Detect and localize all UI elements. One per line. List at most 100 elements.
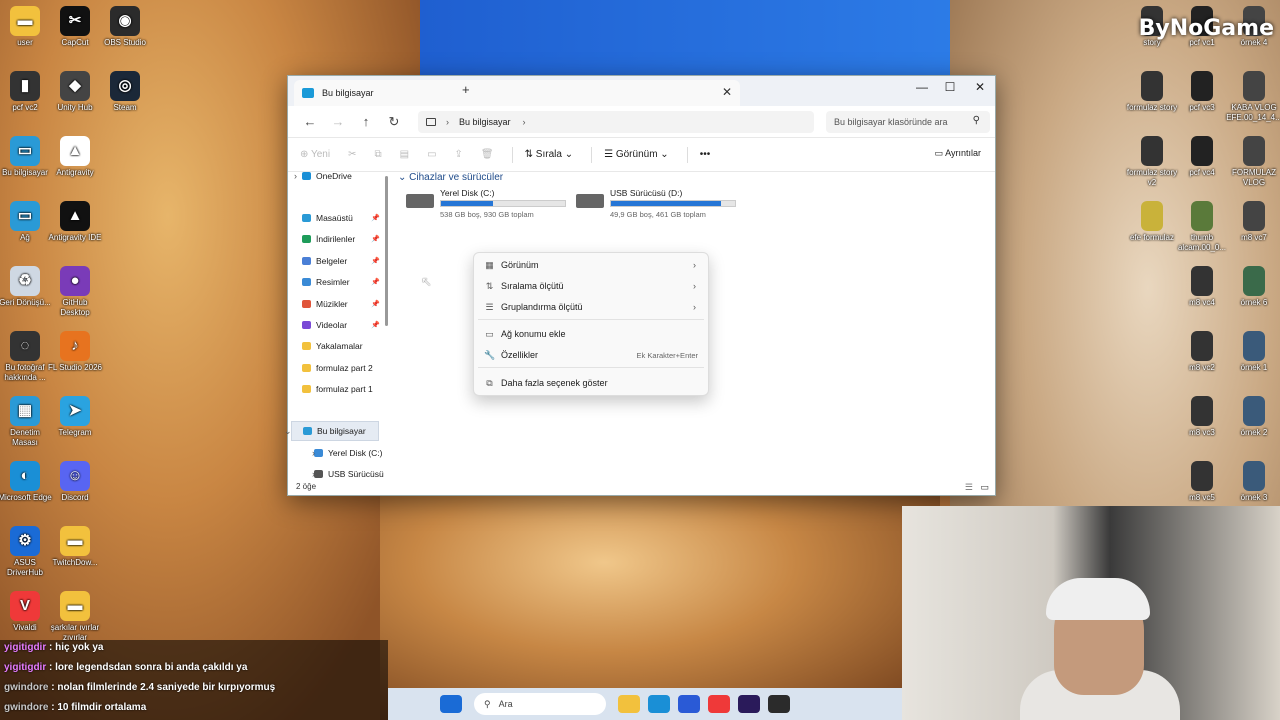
chevron-icon[interactable]: › bbox=[312, 469, 315, 479]
back-arrow-icon[interactable]: ← bbox=[296, 114, 324, 129]
search-input[interactable]: Bu bilgisayar klasöründe ara ⚲ bbox=[826, 110, 990, 133]
context-menu-item[interactable]: ▭ Ağ konumu ekle bbox=[474, 324, 708, 344]
navigation-pane-scrollbar[interactable] bbox=[385, 176, 388, 326]
premiere-icon[interactable] bbox=[738, 695, 760, 713]
sidebar-item[interactable]: ⌄ Bu bilgisayar bbox=[284, 421, 379, 441]
desktop-file-icon[interactable]: pcf vc4 bbox=[1174, 136, 1230, 178]
desktop-file-icon[interactable]: örnek 1 bbox=[1226, 331, 1280, 373]
tab-bu-bilgisayar[interactable]: Bu bilgisayar ✕ bbox=[294, 80, 740, 106]
new-tab-button[interactable]: + bbox=[462, 82, 470, 97]
desktop-file-icon[interactable]: thumb alcam.00_0... bbox=[1174, 201, 1230, 253]
close-window-button[interactable]: ✕ bbox=[966, 80, 994, 94]
desktop-file-icon[interactable]: KABA VLOG EFE.00_14_4... bbox=[1226, 71, 1280, 123]
close-tab-icon[interactable]: ✕ bbox=[722, 85, 732, 99]
chevron-icon[interactable]: › bbox=[294, 171, 297, 181]
rename-icon[interactable]: ▭ bbox=[427, 149, 436, 160]
share-icon[interactable]: ⇪ bbox=[455, 149, 463, 160]
desktop-icon[interactable]: V Vivaldi bbox=[0, 591, 53, 633]
desktop-file-icon[interactable]: m8 vc3 bbox=[1174, 396, 1230, 438]
taskbar-search[interactable]: ⚲ Ara bbox=[474, 693, 606, 715]
desktop-icon[interactable]: ⚙ ASUS DriverHub bbox=[0, 526, 53, 578]
desktop-file-icon[interactable]: m8 vc4 bbox=[1174, 266, 1230, 308]
desktop-icon[interactable]: ▬ şarkılar ıvırlar zıvırlar bbox=[47, 591, 103, 643]
context-menu-item[interactable]: ☰ Gruplandırma ölçütü › bbox=[474, 297, 708, 317]
start-icon[interactable] bbox=[440, 695, 462, 713]
desktop-file-icon[interactable]: formulaz story v2 bbox=[1124, 136, 1180, 188]
sidebar-item[interactable]: › USB Sürücüsü bbox=[312, 464, 394, 484]
desktop-file-icon[interactable]: örnek 2 bbox=[1226, 396, 1280, 438]
forward-arrow-icon[interactable]: → bbox=[324, 114, 352, 129]
desktop-icon[interactable]: ▮ pcf vc2 bbox=[0, 71, 53, 113]
minimize-button[interactable]: — bbox=[908, 80, 936, 94]
delete-icon[interactable]: 🗑 bbox=[481, 149, 494, 160]
desktop-file-icon[interactable]: m8 vc5 bbox=[1174, 461, 1230, 503]
up-arrow-icon[interactable]: ↑ bbox=[352, 114, 380, 129]
sidebar-item[interactable]: Masaüstü 📌 bbox=[302, 208, 382, 228]
desktop-icon[interactable]: ▲ Antigravity IDE bbox=[47, 201, 103, 243]
view-button[interactable]: ☰ Görünüm ⌄ bbox=[604, 149, 669, 160]
sidebar-item[interactable]: Videolar 📌 bbox=[302, 315, 382, 335]
desktop-icon[interactable]: ▭ Bu bilgisayar bbox=[0, 136, 53, 178]
chevron-icon[interactable]: › bbox=[312, 448, 315, 458]
sidebar-item[interactable]: formulaz part 2 bbox=[302, 358, 382, 378]
breadcrumb-current[interactable]: Bu bilgisayar bbox=[459, 117, 511, 127]
context-menu-item[interactable]: ▦ Görünüm › bbox=[474, 255, 708, 275]
sidebar-item[interactable]: İndirilenler 📌 bbox=[302, 229, 382, 249]
store-icon[interactable] bbox=[678, 695, 700, 713]
sidebar-item[interactable]: Belgeler 📌 bbox=[302, 251, 382, 271]
breadcrumb-chevron-icon[interactable]: › bbox=[523, 117, 526, 127]
refresh-icon[interactable]: ↻ bbox=[380, 114, 408, 130]
details-view-icon[interactable]: ☰ bbox=[965, 482, 973, 493]
desktop-icon[interactable]: ♪ FL Studio 2026 bbox=[47, 331, 103, 373]
sidebar-item[interactable]: › OneDrive bbox=[294, 166, 382, 186]
sidebar-item[interactable]: formulaz part 1 bbox=[302, 379, 382, 399]
desktop-icon-label: FORMULAZ VLOG bbox=[1232, 168, 1276, 187]
desktop-icon[interactable]: ◌ Bu fotoğraf hakkında ... bbox=[0, 331, 53, 383]
desktop-icon[interactable]: ✂ CapCut bbox=[47, 6, 103, 48]
desktop-file-icon[interactable]: formulaz story bbox=[1124, 71, 1180, 113]
desktop-file-icon[interactable]: m8 vc7 bbox=[1226, 201, 1280, 243]
context-menu-item[interactable]: ⇅ Sıralama ölçütü › bbox=[474, 276, 708, 296]
maximize-button[interactable]: ☐ bbox=[936, 80, 964, 94]
sort-button[interactable]: ⇅ Sırala ⌄ bbox=[525, 149, 573, 160]
desktop-icon[interactable]: ☺ Discord bbox=[47, 461, 103, 503]
obs-icon[interactable] bbox=[768, 695, 790, 713]
desktop-file-icon[interactable]: pcf vc3 bbox=[1174, 71, 1230, 113]
sidebar-item[interactable]: Müzikler 📌 bbox=[302, 294, 382, 314]
context-menu-item[interactable]: ⧉ Daha fazla seçenek göster bbox=[474, 373, 708, 393]
sidebar-item[interactable]: Yakalamalar bbox=[302, 336, 382, 356]
desktop-file-icon[interactable]: FORMULAZ VLOG bbox=[1226, 136, 1280, 188]
desktop-icon[interactable]: ◉ OBS Studio bbox=[97, 6, 153, 48]
edge-icon[interactable] bbox=[648, 695, 670, 713]
desktop-icon[interactable]: ▦ Denetim Masası bbox=[0, 396, 53, 448]
address-bar[interactable]: › Bu bilgisayar › bbox=[418, 110, 814, 133]
more-options-button[interactable]: ••• bbox=[700, 149, 711, 160]
chevron-icon[interactable]: ⌄ bbox=[284, 426, 292, 437]
desktop-file-icon[interactable]: örnek 3 bbox=[1226, 461, 1280, 503]
desktop-icon[interactable]: ▬ user bbox=[0, 6, 53, 48]
desktop-icon[interactable]: ◐ Microsoft Edge bbox=[0, 461, 53, 503]
sidebar-item[interactable]: › Yerel Disk (C:) bbox=[312, 443, 394, 463]
desktop-icon[interactable]: ◆ Unity Hub bbox=[47, 71, 103, 113]
desktop-icon[interactable]: ▭ Ağ bbox=[0, 201, 53, 243]
paste-icon[interactable]: ▤ bbox=[400, 149, 409, 160]
context-menu-item[interactable]: 🔧 Özellikler Ek Karakter+Enter bbox=[474, 345, 708, 365]
cut-icon[interactable]: ✂ bbox=[348, 149, 356, 160]
desktop-icon[interactable]: ♻ Geri Dönüşü... bbox=[0, 266, 53, 308]
desktop-file-icon[interactable]: efe formulaz bbox=[1124, 201, 1180, 243]
copy-icon[interactable]: ⧉ bbox=[374, 149, 381, 160]
desktop-icon[interactable]: ● GitHub Desktop bbox=[47, 266, 103, 318]
desktop-icon[interactable]: ➤ Telegram bbox=[47, 396, 103, 438]
details-button[interactable]: ▭ Ayrıntılar bbox=[935, 148, 981, 159]
desktop-file-icon[interactable]: örnek 6 bbox=[1226, 266, 1280, 308]
tiles-view-icon[interactable]: ▭ bbox=[980, 482, 989, 493]
desktop-icon[interactable]: ▬ TwitchDow... bbox=[47, 526, 103, 568]
section-header[interactable]: ⌄ Cihazlar ve sürücüler bbox=[398, 172, 503, 183]
sidebar-item[interactable]: Resimler 📌 bbox=[302, 272, 382, 292]
desktop-file-icon[interactable]: m8 vc2 bbox=[1174, 331, 1230, 373]
desktop-icon[interactable]: ▲ Antigravity bbox=[47, 136, 103, 178]
file-explorer-icon[interactable] bbox=[618, 695, 640, 713]
desktop-icon[interactable]: ◎ Steam bbox=[97, 71, 153, 113]
new-button[interactable]: ⊕ Yeni bbox=[300, 149, 330, 160]
vivaldi-icon[interactable] bbox=[708, 695, 730, 713]
